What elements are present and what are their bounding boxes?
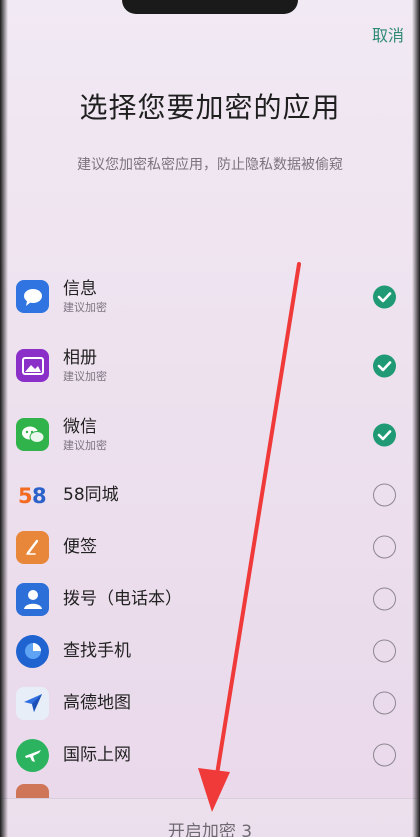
enable-lock-button[interactable]: 开启加密 3	[0, 817, 420, 837]
app-row-roaming[interactable]: 国际上网	[0, 729, 420, 781]
gallery-icon	[16, 349, 49, 382]
58-logo-icon: 58	[16, 479, 49, 512]
app-row-58tongcheng[interactable]: 58 58同城	[0, 469, 420, 521]
page-subtitle: 建议您加密私密应用，防止隐私数据被偷窥	[77, 157, 343, 173]
unchecked-icon[interactable]	[373, 587, 396, 611]
svg-text:5: 5	[18, 484, 33, 507]
app-row-amap[interactable]: 高德地图	[0, 677, 420, 729]
checked-icon[interactable]	[373, 285, 396, 308]
unchecked-icon[interactable]	[373, 483, 396, 507]
app-name: 查找手机	[63, 641, 131, 661]
svg-text:8: 8	[32, 484, 47, 507]
partial-app-icon	[16, 784, 49, 798]
app-lock-screen: 取消 选择您要加密的应用 建议您加密私密应用，防止隐私数据被偷窥 信息 建议加密…	[0, 0, 420, 837]
app-list: 信息 建议加密 相册 建议加密 微信 建议加密 5 8 58同城 便签 拨号（电…	[0, 262, 420, 781]
app-row-gallery[interactable]: 相册 建议加密	[0, 331, 420, 400]
app-name: 58同城	[63, 485, 119, 505]
unchecked-icon[interactable]	[373, 639, 396, 663]
app-name: 高德地图	[63, 693, 131, 713]
wechat-icon	[16, 418, 49, 451]
app-row-dialer[interactable]: 拨号（电话本）	[0, 573, 420, 625]
camera-notch	[122, 0, 298, 14]
app-name: 相册	[63, 347, 97, 368]
bottom-action-bar: 开启加密 3	[0, 798, 420, 837]
unchecked-icon[interactable]	[373, 743, 396, 767]
app-name: 国际上网	[63, 745, 131, 765]
app-row-find-phone[interactable]: 查找手机	[0, 625, 420, 677]
app-name: 信息	[63, 278, 97, 299]
checked-icon[interactable]	[373, 354, 396, 377]
page-title: 选择您要加密的应用	[79, 91, 341, 124]
unchecked-icon[interactable]	[373, 535, 396, 559]
unchecked-icon[interactable]	[373, 691, 396, 715]
find-phone-icon	[16, 634, 49, 668]
app-name: 拨号（电话本）	[63, 589, 182, 609]
app-name: 微信	[63, 416, 97, 437]
message-icon	[16, 280, 49, 313]
contacts-icon	[16, 582, 49, 616]
app-name: 便签	[63, 537, 97, 557]
app-recommend-label: 建议加密	[63, 369, 107, 383]
amap-icon	[16, 686, 49, 720]
app-row-wechat[interactable]: 微信 建议加密	[0, 400, 420, 469]
app-row-notes[interactable]: 便签	[0, 521, 420, 573]
app-recommend-label: 建议加密	[63, 438, 107, 452]
device-bezel-left	[0, 0, 8, 837]
notes-icon	[16, 530, 49, 564]
cancel-button[interactable]: 取消	[372, 22, 404, 46]
device-bezel-right	[412, 0, 420, 837]
checked-icon[interactable]	[373, 423, 396, 446]
app-row-messages[interactable]: 信息 建议加密	[0, 262, 420, 331]
roaming-icon	[16, 738, 49, 772]
app-recommend-label: 建议加密	[63, 300, 107, 314]
